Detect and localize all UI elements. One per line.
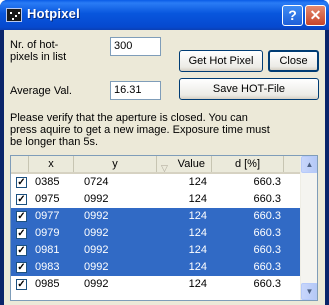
cell-value: 124	[188, 244, 207, 256]
table-row[interactable]: ✓ 0385 0724 124 660.3	[11, 174, 300, 191]
count-label-line1: Nr. of hot-	[10, 39, 59, 51]
vertical-scrollbar[interactable]: ▲ ▼	[300, 156, 317, 300]
cell-y: 0992	[84, 227, 109, 239]
hot-pixel-list[interactable]: x y ▽ Value d [%] ✓ 0385 0724 124 660.3 ✓ 0975 0…	[10, 155, 318, 301]
row-checkbox[interactable]: ✓	[16, 245, 27, 256]
list-rows: ✓ 0385 0724 124 660.3 ✓ 0975 0992 124 660.3 ✓ 0977 0…	[11, 174, 300, 293]
title-bar[interactable]: Hotpixel ? ✕	[0, 0, 329, 30]
cell-x: 0983	[35, 261, 60, 273]
cell-y: 0992	[84, 261, 109, 273]
column-header-x[interactable]: x	[29, 156, 74, 172]
instruction-line: Please verify that the aperture is close…	[10, 112, 248, 124]
scroll-up-arrow-icon[interactable]: ▲	[301, 156, 317, 173]
column-header-check[interactable]	[11, 156, 29, 172]
cell-value: 124	[188, 176, 207, 188]
table-row[interactable]: ✓ 0979 0992 124 660.3	[11, 225, 300, 242]
cell-y: 0992	[84, 193, 109, 205]
table-row[interactable]: ✓ 0981 0992 124 660.3	[11, 242, 300, 259]
cell-value: 124	[188, 261, 207, 273]
table-row[interactable]: ✓ 0975 0992 124 660.3	[11, 191, 300, 208]
column-header-value-label: Value	[177, 158, 205, 170]
count-label-line2: pixels in list	[10, 51, 67, 63]
instruction-line: be longer than 5s.	[10, 136, 99, 148]
row-checkbox[interactable]: ✓	[16, 228, 27, 239]
table-row[interactable]: ✓ 0983 0992 124 660.3	[11, 259, 300, 276]
cell-d-percent: 660.3	[253, 227, 281, 239]
cell-value: 124	[188, 278, 207, 290]
cell-y: 0992	[84, 278, 109, 290]
window-title: Hotpixel	[27, 6, 80, 21]
cell-d-percent: 660.3	[253, 176, 281, 188]
average-value-field[interactable]: 16.31	[110, 81, 161, 100]
cell-d-percent: 660.3	[253, 193, 281, 205]
help-button[interactable]: ?	[282, 5, 303, 26]
column-header-y[interactable]: y	[74, 156, 157, 172]
cell-x: 0981	[35, 244, 60, 256]
scroll-down-arrow-icon[interactable]: ▼	[301, 283, 317, 300]
get-hot-pixel-button[interactable]: Get Hot Pixel	[179, 50, 263, 72]
cell-d-percent: 660.3	[253, 210, 281, 222]
cell-x: 0985	[35, 278, 60, 290]
list-header: x y ▽ Value d [%]	[11, 156, 300, 174]
cell-value: 124	[188, 193, 207, 205]
app-icon	[6, 8, 22, 22]
instruction-text: Please verify that the aperture is close…	[10, 112, 318, 148]
window-close-button[interactable]: ✕	[305, 5, 326, 26]
cell-value: 124	[188, 210, 207, 222]
row-checkbox[interactable]: ✓	[16, 211, 27, 222]
save-hot-file-button[interactable]: Save HOT-File	[179, 78, 319, 100]
hotpixel-window: Hotpixel ? ✕ Nr. of hot- pixels in list …	[0, 0, 329, 305]
close-button[interactable]: Close	[268, 50, 319, 72]
cell-d-percent: 660.3	[253, 261, 281, 273]
cell-x: 0975	[35, 193, 60, 205]
instruction-line: press aquire to get a new image. Exposur…	[10, 124, 270, 136]
cell-d-percent: 660.3	[253, 278, 281, 290]
table-row[interactable]: ✓ 0977 0992 124 660.3	[11, 208, 300, 225]
average-label: Average Val.	[10, 85, 72, 97]
cell-x: 0977	[35, 210, 60, 222]
row-checkbox[interactable]: ✓	[16, 177, 27, 188]
row-checkbox[interactable]: ✓	[16, 262, 27, 273]
cell-x: 0385	[35, 176, 60, 188]
cell-d-percent: 660.3	[253, 244, 281, 256]
cell-x: 0979	[35, 227, 60, 239]
cell-y: 0724	[84, 176, 109, 188]
hot-pixel-count-field[interactable]: 300	[110, 37, 161, 56]
row-checkbox[interactable]: ✓	[16, 194, 27, 205]
table-row[interactable]: ✓ 0985 0992 124 660.3	[11, 276, 300, 293]
cell-value: 124	[188, 227, 207, 239]
dialog-body: Nr. of hot- pixels in list 300 Average V…	[4, 30, 325, 305]
cell-y: 0992	[84, 210, 109, 222]
column-header-d-percent[interactable]: d [%]	[212, 156, 284, 172]
column-header-value[interactable]: ▽ Value	[157, 156, 212, 173]
row-checkbox[interactable]: ✓	[16, 279, 27, 290]
cell-y: 0992	[84, 244, 109, 256]
